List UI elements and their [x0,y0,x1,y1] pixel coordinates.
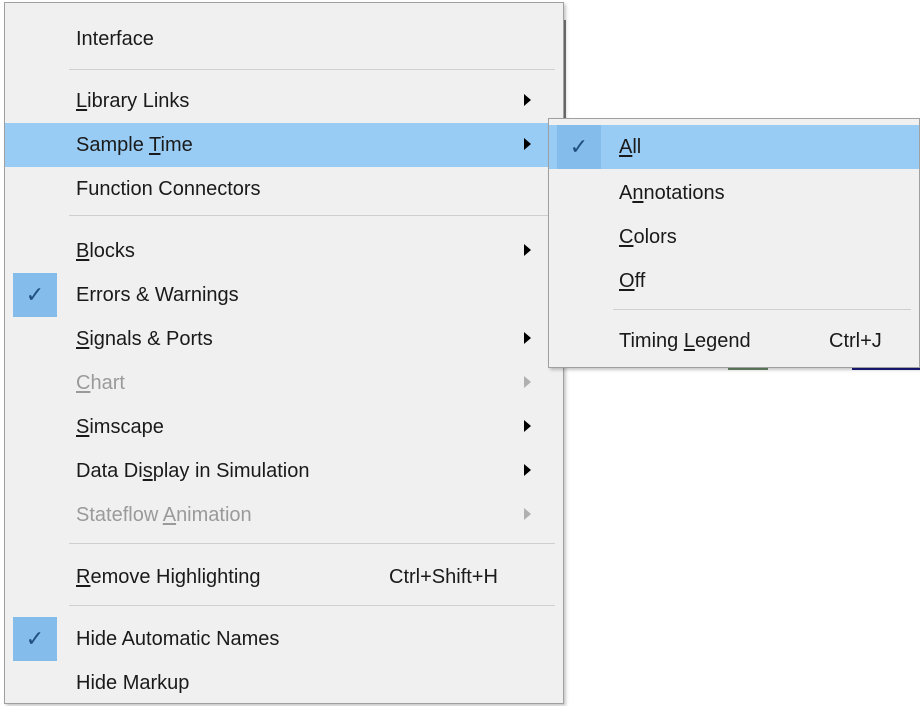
menu-item-hide-markup[interactable]: Hide Markup [5,661,563,705]
background-canvas-line [728,368,768,370]
menu-item-library-links[interactable]: Library Links [5,79,563,123]
menu-item-label: Off [619,270,646,292]
submenu-arrow-icon [524,376,531,388]
menu-item-label: Interface [76,28,154,50]
menu-item-blocks[interactable]: Blocks [5,229,563,273]
submenu-arrow-icon [524,508,531,520]
submenu-arrow-icon [524,332,531,344]
menu-item-label: Hide Automatic Names [76,628,280,650]
menu-item-timing-legend[interactable]: Timing Legend Ctrl+J [549,319,919,363]
background-canvas-line [564,20,566,120]
menu-item-label: Colors [619,226,677,248]
menu-item-label: All [619,136,642,158]
menu-item-hide-automatic-names[interactable]: ✓ Hide Automatic Names [5,617,563,661]
menu-item-label: Simscape [76,416,164,438]
menu-item-label: Chart [76,372,125,394]
shortcut-label: Ctrl+J [829,330,882,352]
menu-item-label: Signals & Ports [76,328,213,350]
menu-item-label: Timing Legend [619,330,751,352]
menu-item-remove-highlighting[interactable]: Remove Highlighting Ctrl+Shift+H [5,555,563,599]
menu-item-label: Data Display in Simulation [76,460,310,482]
menu-item-label: Stateflow Animation [76,504,252,526]
menu-item-data-display[interactable]: Data Display in Simulation [5,449,563,493]
checkmark-icon: ✓ [13,273,57,317]
menu-item-interface[interactable]: Interface [5,17,563,61]
menu-item-label: Blocks [76,240,135,262]
context-menu-main: Interface Library Links Sample Time Functio… [4,2,564,704]
shortcut-label: Ctrl+Shift+H [389,566,498,588]
menu-item-label: Errors & Warnings [76,284,239,306]
menu-separator [69,215,555,216]
menu-item-stateflow-animation: Stateflow Animation [5,493,563,537]
menu-item-label: Function Connectors [76,178,261,200]
checkmark-icon: ✓ [13,617,57,661]
menu-item-label: Sample Time [76,134,193,156]
submenu-arrow-icon [524,464,531,476]
menu-separator [613,309,911,310]
menu-item-off[interactable]: Off [549,259,919,303]
submenu-arrow-icon [524,94,531,106]
menu-item-label: Annotations [619,182,725,204]
sample-time-submenu: ✓ All Annotations Colors Off Timing Legend Ctr… [548,118,920,368]
menu-item-annotations[interactable]: Annotations [549,171,919,215]
menu-separator [69,605,555,606]
menu-item-all[interactable]: ✓ All [549,125,919,169]
menu-item-signals-ports[interactable]: Signals & Ports [5,317,563,361]
menu-separator [69,543,555,544]
menu-item-simscape[interactable]: Simscape [5,405,563,449]
menu-item-label: Hide Markup [76,672,190,694]
menu-separator [69,69,555,70]
submenu-arrow-icon [524,138,531,150]
submenu-arrow-icon [524,420,531,432]
menu-item-sample-time[interactable]: Sample Time [5,123,563,167]
checkmark-icon: ✓ [557,125,601,169]
menu-item-errors-warnings[interactable]: ✓ Errors & Warnings [5,273,563,317]
menu-item-chart: Chart [5,361,563,405]
submenu-arrow-icon [524,244,531,256]
menu-item-label: Library Links [76,90,190,112]
menu-item-label: Remove Highlighting [76,566,261,588]
menu-item-colors[interactable]: Colors [549,215,919,259]
menu-item-function-connectors[interactable]: Function Connectors [5,167,563,211]
background-canvas-line [852,368,920,370]
